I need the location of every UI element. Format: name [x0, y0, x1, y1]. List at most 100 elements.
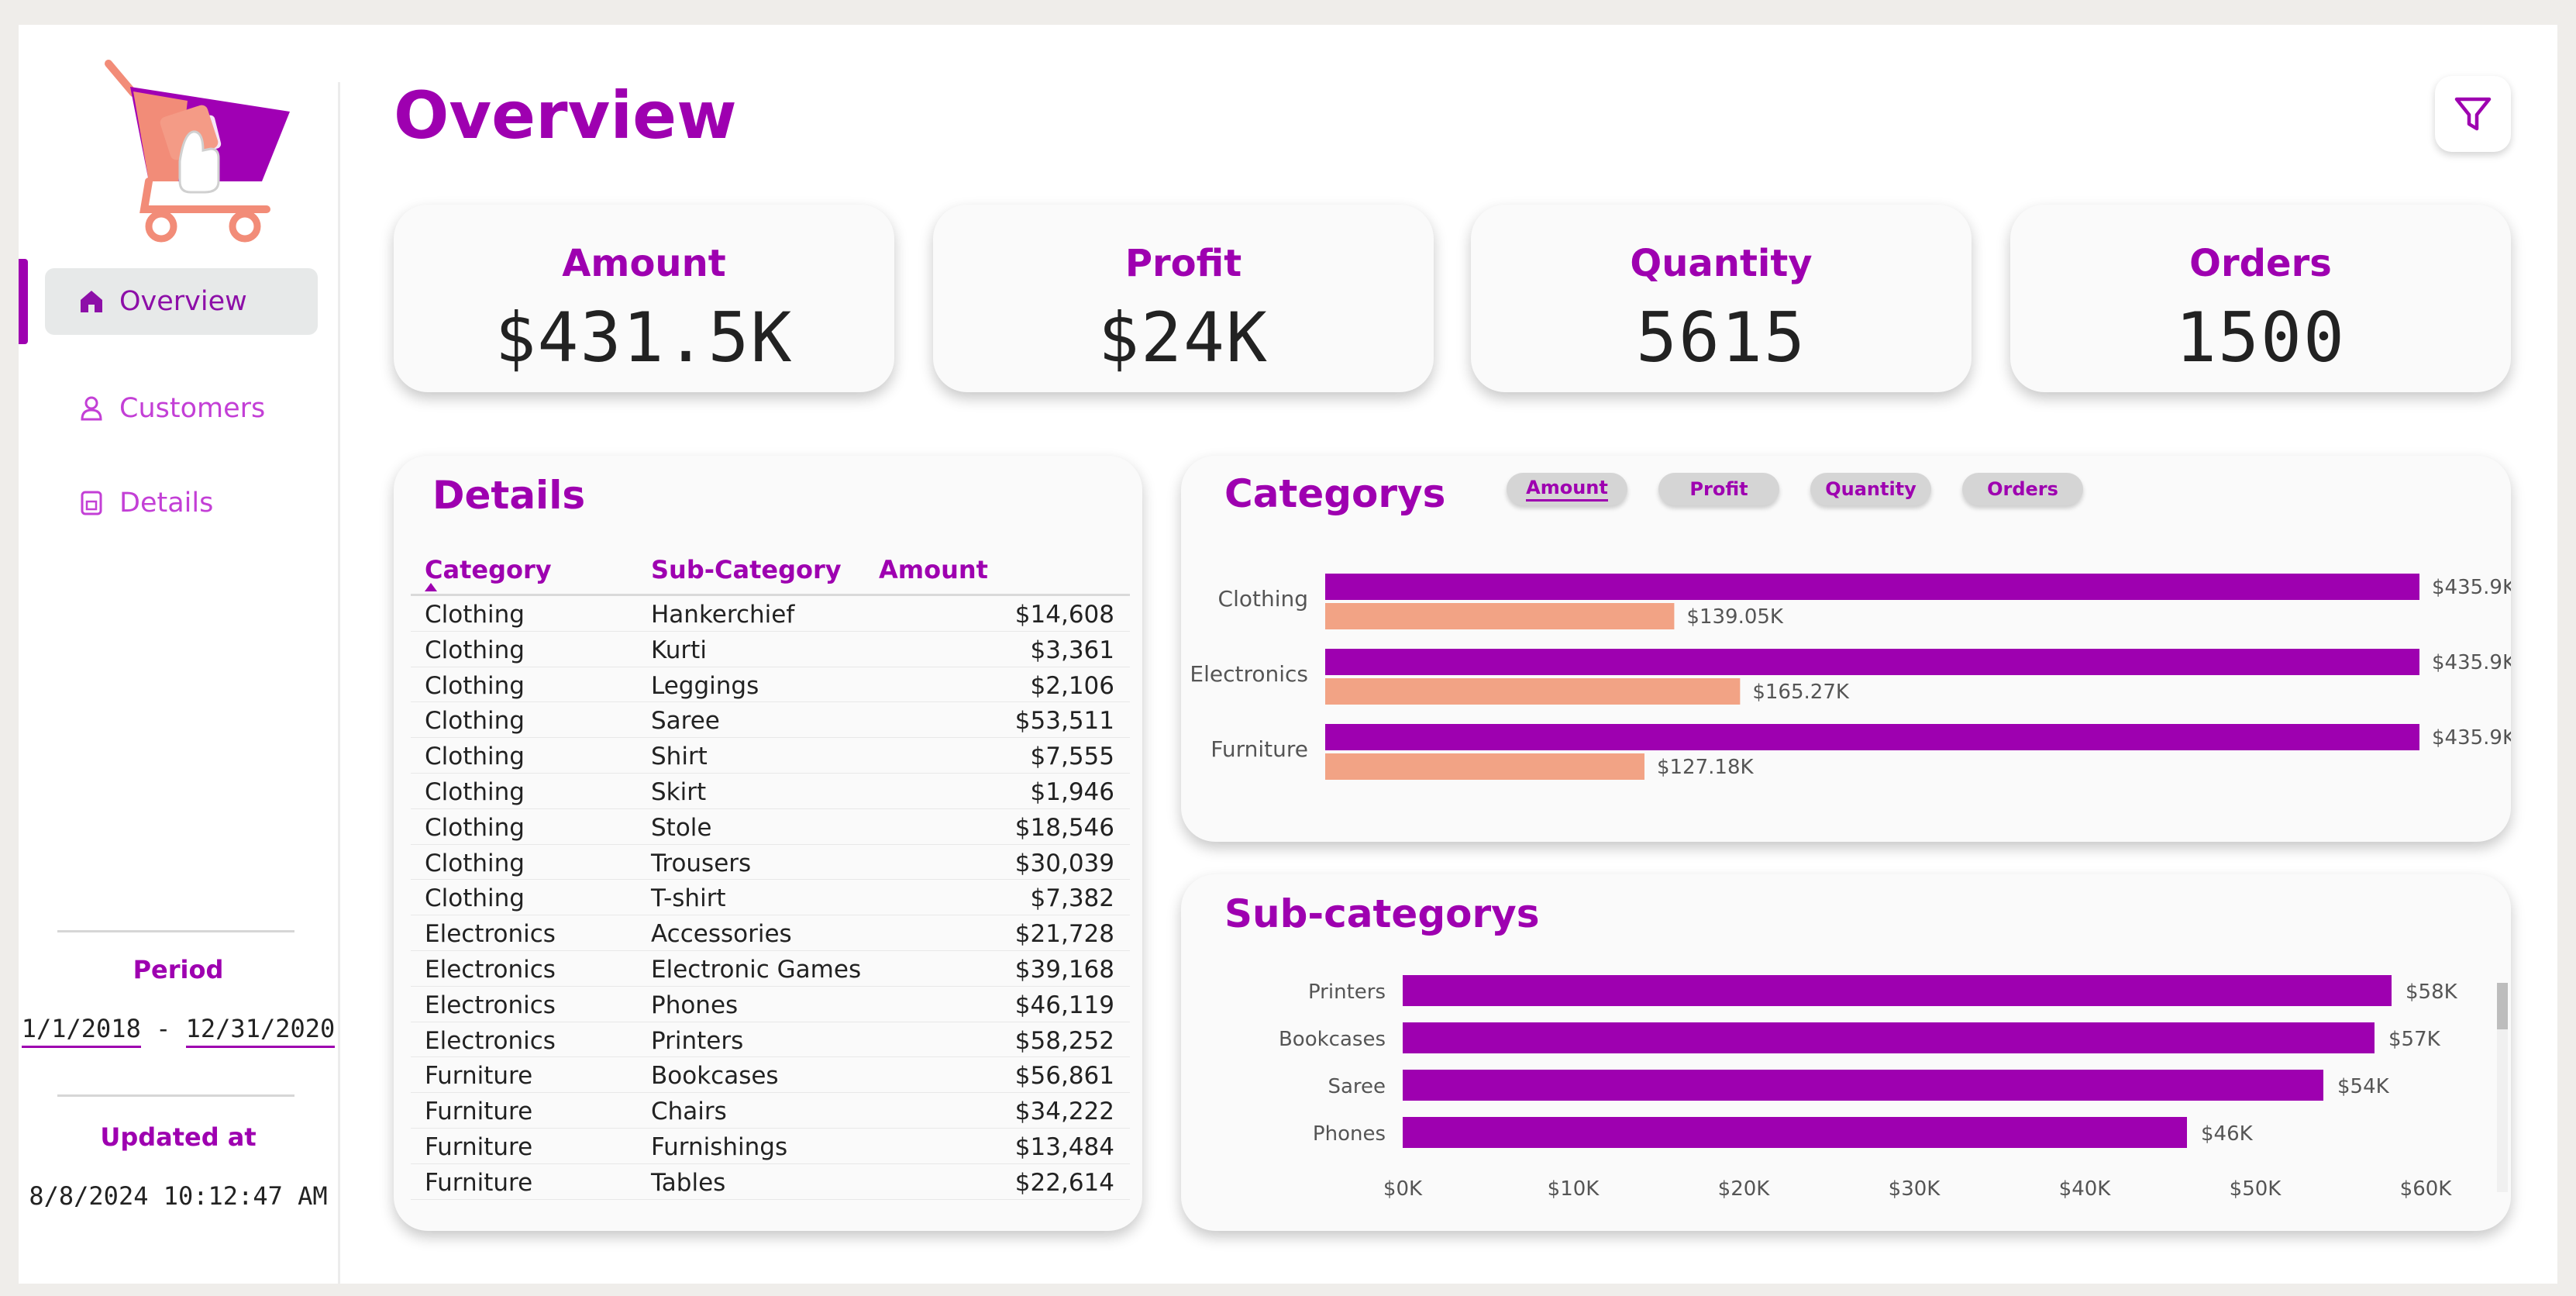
x-axis-tick-label: $10K — [1548, 1177, 1600, 1201]
categorys-panel: Categorys Amount Profit Quantity Orders … — [1181, 456, 2511, 842]
sort-ascending-icon — [425, 583, 437, 591]
cell-amount: $13,484 — [1014, 1132, 1114, 1161]
cell-category: Electronics — [425, 1026, 556, 1055]
chart-scrollbar-thumb[interactable] — [2497, 983, 2508, 1029]
table-row[interactable]: Clothing Kurti $3,361 — [411, 632, 1130, 667]
cell-sub-category: Bookcases — [651, 1062, 779, 1091]
table-row[interactable]: Furniture Chairs $34,222 — [411, 1093, 1130, 1129]
table-row[interactable]: Electronics Accessories $21,728 — [411, 915, 1130, 951]
column-header-category[interactable]: Category — [425, 555, 552, 584]
sub-categorys-bar-chart: Printers $58K Bookcases $57K Saree $54K Phones… — [1279, 975, 2458, 1201]
table-row[interactable]: Clothing T-shirt $7,382 — [411, 880, 1130, 916]
cell-amount: $1,946 — [1030, 777, 1114, 806]
sub-categorys-panel: Sub-categorys Printers $58K Bookcases $57K S… — [1181, 874, 2511, 1231]
category-bar — [1325, 603, 1675, 629]
x-axis-tick-label: $0K — [1383, 1177, 1423, 1201]
table-row[interactable]: Clothing Saree $53,511 — [411, 702, 1130, 739]
cell-category: Electronics — [425, 991, 556, 1019]
shopping-cart-logo — [105, 60, 290, 243]
cell-amount: $30,039 — [1014, 849, 1114, 877]
cell-sub-category: Accessories — [651, 920, 792, 949]
nav-item-overview-label: Overview — [119, 286, 247, 317]
cell-category: Furniture — [425, 1062, 533, 1091]
period-separator: - — [156, 1014, 171, 1043]
cell-sub-category: Phones — [651, 991, 739, 1019]
cell-category: Electronics — [425, 955, 556, 984]
updated-label: Updated at — [100, 1122, 257, 1152]
document-icon — [81, 491, 102, 515]
cell-amount: $7,382 — [1030, 884, 1114, 913]
bar-data-label: $58K — [2406, 981, 2458, 1004]
table-row[interactable]: Clothing Trousers $30,039 — [411, 845, 1130, 881]
table-row[interactable]: Furniture Bookcases $56,861 — [411, 1057, 1130, 1094]
period-end-date[interactable]: 12/31/2020 — [185, 1014, 336, 1048]
bar-data-label: $165.27K — [1752, 681, 1850, 704]
kpi-label: Profit — [1124, 242, 1242, 285]
period-start-date[interactable]: 1/1/2018 — [21, 1014, 141, 1048]
divider — [57, 1094, 294, 1097]
cell-amount: $2,106 — [1030, 671, 1114, 700]
table-row[interactable]: Furniture Furnishings $13,484 — [411, 1129, 1130, 1164]
cell-amount: $22,614 — [1014, 1168, 1114, 1197]
table-row[interactable]: Clothing Leggings $2,106 — [411, 667, 1130, 703]
category-bar — [1325, 724, 2419, 750]
sub-category-bar — [1403, 975, 2392, 1006]
kpi-card-amount: Amount $431.5K — [394, 205, 894, 392]
bar-data-label: $435.9K — [2432, 576, 2511, 599]
column-header-amount[interactable]: Amount — [879, 555, 988, 584]
kpi-value: 5615 — [1636, 298, 1806, 377]
cell-category: Furniture — [425, 1132, 533, 1161]
bar-data-label: $139.05K — [1686, 605, 1784, 629]
filter-icon — [2454, 97, 2492, 131]
table-row[interactable]: Electronics Phones $46,119 — [411, 987, 1130, 1022]
kpi-card-quantity: Quantity 5615 — [1471, 205, 1972, 392]
cell-sub-category: Stole — [651, 813, 712, 842]
period-range: 1/1/2018 - 12/31/2020 — [19, 1014, 338, 1048]
bar-data-label: $54K — [2337, 1075, 2390, 1098]
table-row[interactable]: Clothing Stole $18,546 — [411, 809, 1130, 845]
cell-category: Clothing — [425, 884, 525, 913]
cell-category: Furniture — [425, 1168, 533, 1197]
cell-amount: $58,252 — [1014, 1026, 1114, 1055]
bar-data-label: $435.9K — [2432, 651, 2511, 674]
x-axis-tick-label: $60K — [2400, 1177, 2453, 1201]
x-axis-tick-label: $30K — [1889, 1177, 1941, 1201]
table-row[interactable]: Electronics Electronic Games $39,168 — [411, 951, 1130, 987]
filter-button[interactable] — [2435, 76, 2511, 152]
table-header: Category Sub-Category Amount — [411, 549, 1130, 596]
page-title: Overview — [394, 78, 737, 153]
details-panel: Details Category Sub-Category Amount Clo… — [394, 456, 1142, 1231]
details-table: Category Sub-Category Amount Clothing Han… — [411, 549, 1130, 1200]
x-axis-tick-label: $40K — [2059, 1177, 2112, 1201]
table-row[interactable]: Clothing Hankerchief $14,608 — [411, 596, 1130, 632]
cell-category: Clothing — [425, 743, 525, 771]
category-bar — [1325, 753, 1644, 780]
column-header-sub-category[interactable]: Sub-Category — [651, 555, 842, 584]
kpi-label: Orders — [2189, 242, 2332, 285]
cell-category: Clothing — [425, 636, 525, 664]
category-bar — [1325, 678, 1741, 705]
table-row[interactable]: Furniture Tables $22,614 — [411, 1164, 1130, 1200]
cell-amount: $3,361 — [1030, 636, 1114, 664]
table-row[interactable]: Electronics Printers $58,252 — [411, 1022, 1130, 1058]
table-row[interactable]: Clothing Shirt $7,555 — [411, 738, 1130, 774]
cell-sub-category: Leggings — [651, 671, 759, 700]
cell-sub-category: Tables — [651, 1168, 726, 1197]
kpi-card-profit: Profit $24K — [933, 205, 1434, 392]
sub-category-axis-label: Printers — [1308, 981, 1386, 1004]
period-label: Period — [133, 955, 224, 984]
nav-item-overview[interactable]: Overview — [45, 268, 318, 335]
table-row[interactable]: Clothing Skirt $1,946 — [411, 774, 1130, 809]
cell-category: Clothing — [425, 601, 525, 629]
cell-category: Clothing — [425, 813, 525, 842]
nav-item-customers[interactable]: Customers — [45, 375, 318, 442]
category-axis-label: Furniture — [1211, 736, 1308, 762]
cell-amount: $14,608 — [1014, 601, 1114, 629]
nav-item-details[interactable]: Details — [45, 470, 318, 536]
sub-category-bar — [1403, 1070, 2323, 1101]
cell-sub-category: Saree — [651, 707, 720, 736]
category-axis-label: Electronics — [1190, 661, 1308, 687]
cell-category: Furniture — [425, 1098, 533, 1126]
cell-sub-category: Shirt — [651, 743, 708, 771]
bar-data-label: $57K — [2388, 1028, 2441, 1051]
